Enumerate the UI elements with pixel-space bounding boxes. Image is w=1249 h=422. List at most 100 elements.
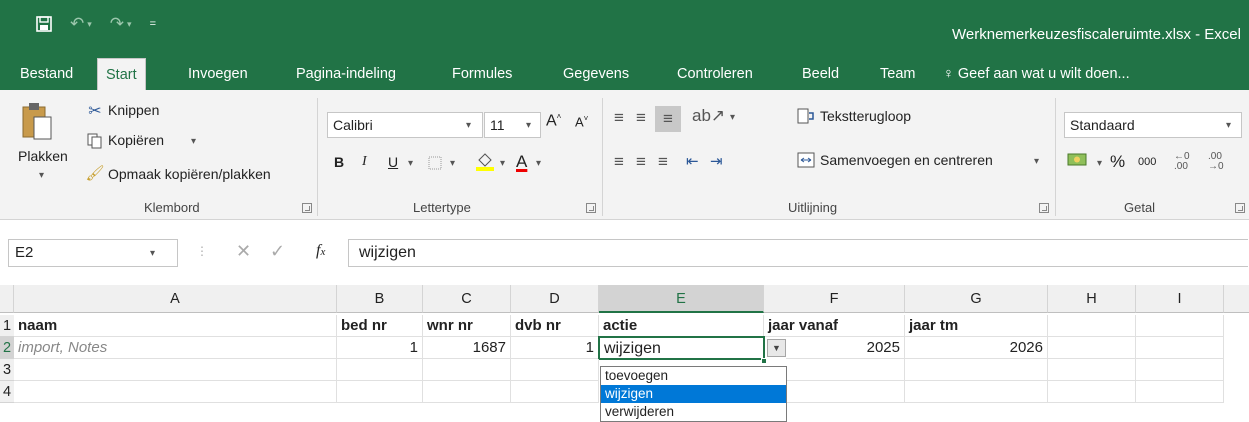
- tab-formules[interactable]: Formules: [444, 58, 520, 90]
- cell-c3[interactable]: [423, 359, 511, 381]
- thousands-button[interactable]: 000: [1138, 156, 1156, 168]
- cell-b4[interactable]: [337, 381, 423, 403]
- save-icon[interactable]: [36, 16, 52, 32]
- fill-color-icon[interactable]: [474, 150, 496, 172]
- font-launcher-icon[interactable]: [586, 203, 596, 213]
- dropdown-option-wijzigen[interactable]: wijzigen: [601, 385, 786, 403]
- row-header-4[interactable]: 4: [0, 381, 14, 403]
- enter-icon[interactable]: ✓: [270, 241, 285, 262]
- cell-a2[interactable]: import, Notes: [14, 337, 337, 359]
- align-left-icon[interactable]: ≡: [614, 152, 624, 172]
- align-bottom-icon[interactable]: ≡: [655, 106, 681, 132]
- cell-c2[interactable]: 1687: [423, 337, 511, 359]
- row-header-2[interactable]: 2: [0, 337, 14, 359]
- dropdown-option-toevoegen[interactable]: toevoegen: [601, 367, 786, 385]
- col-header-a[interactable]: A: [14, 285, 337, 313]
- row-header-1[interactable]: 1: [0, 315, 14, 337]
- increase-indent-icon[interactable]: ⇥: [710, 152, 723, 170]
- col-header-e[interactable]: E: [599, 285, 764, 313]
- cell-b3[interactable]: [337, 359, 423, 381]
- merge-center-button[interactable]: Samenvoegen en centreren: [820, 152, 993, 168]
- format-painter-button[interactable]: Opmaak kopiëren/plakken: [108, 166, 271, 182]
- number-launcher-icon[interactable]: [1235, 203, 1245, 213]
- clipboard-launcher-icon[interactable]: [302, 203, 312, 213]
- align-right-icon[interactable]: ≡: [658, 152, 668, 172]
- cell-c4[interactable]: [423, 381, 511, 403]
- formula-input[interactable]: wijzigen: [348, 239, 1248, 267]
- cell-f2[interactable]: 2025: [786, 337, 905, 359]
- cell-f1[interactable]: jaar vanaf: [764, 315, 905, 337]
- number-format-select[interactable]: Standaard: [1064, 112, 1242, 138]
- col-header-h[interactable]: H: [1048, 285, 1136, 313]
- paste-button[interactable]: Plakken: [18, 148, 68, 164]
- cell-h4[interactable]: [1048, 381, 1136, 403]
- tab-controleren[interactable]: Controleren: [669, 58, 761, 90]
- tab-invoegen[interactable]: Invoegen: [180, 58, 256, 90]
- formula-bar-splitter-icon[interactable]: ⋮: [196, 244, 208, 258]
- cell-a3[interactable]: [14, 359, 337, 381]
- cell-h1[interactable]: [1048, 315, 1136, 337]
- customize-qat-icon[interactable]: =: [150, 18, 156, 30]
- col-header-g[interactable]: G: [905, 285, 1048, 313]
- cell-b2[interactable]: 1: [337, 337, 423, 359]
- tab-beeld[interactable]: Beeld: [794, 58, 847, 90]
- tell-me-search[interactable]: ♀ Geef aan wat u wilt doen...: [935, 58, 1138, 90]
- cell-c1[interactable]: wnr nr: [423, 315, 511, 337]
- percent-button[interactable]: %: [1110, 152, 1125, 172]
- col-header-next[interactable]: [1224, 285, 1249, 313]
- cell-g3[interactable]: [905, 359, 1048, 381]
- cell-d4[interactable]: [511, 381, 599, 403]
- name-box-dropdown-icon[interactable]: ▾: [150, 248, 155, 259]
- orientation-icon[interactable]: ab↗: [692, 106, 725, 126]
- font-size-select[interactable]: 11: [484, 112, 541, 138]
- cell-b1[interactable]: bed nr: [337, 315, 423, 337]
- cell-i3[interactable]: [1136, 359, 1224, 381]
- cancel-icon[interactable]: ✕: [236, 241, 251, 262]
- cut-button[interactable]: Knippen: [108, 102, 159, 118]
- cell-i1[interactable]: [1136, 315, 1224, 337]
- col-header-i[interactable]: I: [1136, 285, 1224, 313]
- increase-font-icon[interactable]: A˄: [546, 112, 561, 130]
- cell-g4[interactable]: [905, 381, 1048, 403]
- tab-start[interactable]: Start: [97, 58, 146, 90]
- cell-e1[interactable]: actie: [599, 315, 764, 337]
- cell-h2[interactable]: [1048, 337, 1136, 359]
- col-header-d[interactable]: D: [511, 285, 599, 313]
- dropdown-option-verwijderen[interactable]: verwijderen: [601, 403, 786, 421]
- borders-icon[interactable]: [426, 154, 444, 172]
- redo-icon[interactable]: ↷ ▾: [110, 14, 132, 34]
- insert-function-icon[interactable]: fx: [316, 242, 325, 260]
- underline-button[interactable]: U: [388, 154, 398, 170]
- align-center-icon[interactable]: ≡: [636, 152, 646, 172]
- cell-d1[interactable]: dvb nr: [511, 315, 599, 337]
- col-header-c[interactable]: C: [423, 285, 511, 313]
- tab-bestand[interactable]: Bestand: [12, 58, 81, 90]
- font-name-select[interactable]: Calibri: [327, 112, 483, 138]
- cell-i4[interactable]: [1136, 381, 1224, 403]
- copy-button[interactable]: Kopiëren: [108, 132, 164, 148]
- cell-h3[interactable]: [1048, 359, 1136, 381]
- alignment-launcher-icon[interactable]: [1039, 203, 1049, 213]
- cell-d2[interactable]: 1: [511, 337, 599, 359]
- tab-gegevens[interactable]: Gegevens: [555, 58, 637, 90]
- align-top-icon[interactable]: ≡: [614, 108, 624, 128]
- cell-e2-active[interactable]: wijzigen: [598, 336, 765, 360]
- cell-g2[interactable]: 2026: [905, 337, 1048, 359]
- decrease-indent-icon[interactable]: ⇤: [686, 152, 699, 170]
- cell-i2[interactable]: [1136, 337, 1224, 359]
- tab-pagina-indeling[interactable]: Pagina-indeling: [288, 58, 404, 90]
- validation-dropdown-button[interactable]: ▼: [767, 339, 786, 357]
- cell-a4[interactable]: [14, 381, 337, 403]
- bold-button[interactable]: B: [334, 154, 344, 170]
- increase-decimal-icon[interactable]: ←0.00: [1174, 152, 1190, 172]
- cell-d3[interactable]: [511, 359, 599, 381]
- row-header-3[interactable]: 3: [0, 359, 14, 381]
- italic-button[interactable]: I: [362, 154, 367, 170]
- decrease-font-icon[interactable]: A˅: [575, 114, 588, 129]
- col-header-b[interactable]: B: [337, 285, 423, 313]
- cell-g1[interactable]: jaar tm: [905, 315, 1048, 337]
- undo-icon[interactable]: ↶ ▾: [70, 14, 92, 34]
- tab-team[interactable]: Team: [872, 58, 923, 90]
- align-middle-icon[interactable]: ≡: [636, 108, 646, 128]
- cell-a1[interactable]: naam: [14, 315, 337, 337]
